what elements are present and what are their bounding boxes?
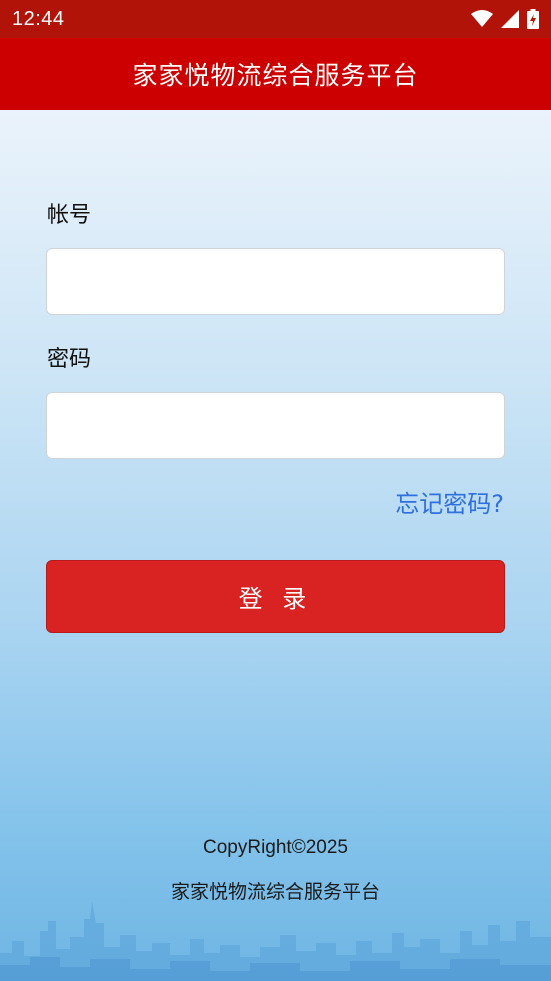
status-bar: 12:44: [0, 0, 551, 38]
signal-icon: [501, 10, 519, 28]
password-label: 密码: [47, 347, 92, 372]
copyright-text: CopyRight©2025: [203, 837, 348, 858]
account-input[interactable]: [46, 248, 505, 315]
page-title: 家家悦物流综合服务平台: [132, 61, 419, 90]
login-button[interactable]: 登 录: [46, 560, 505, 633]
battery-charging-icon: [527, 9, 539, 29]
forgot-password-link[interactable]: 忘记密码?: [395, 484, 504, 519]
account-label: 帐号: [47, 203, 92, 228]
status-icons: [471, 9, 539, 29]
footer-platform-name: 家家悦物流综合服务平台: [170, 881, 380, 903]
status-time: 12:44: [12, 7, 65, 30]
wifi-icon: [471, 10, 493, 27]
login-screen: 帐号 密码 忘记密码? 登 录 CopyRight©2025 家家悦物流综合服务…: [0, 110, 551, 981]
password-input[interactable]: [46, 392, 505, 459]
app-bar: 家家悦物流综合服务平台: [0, 38, 551, 110]
